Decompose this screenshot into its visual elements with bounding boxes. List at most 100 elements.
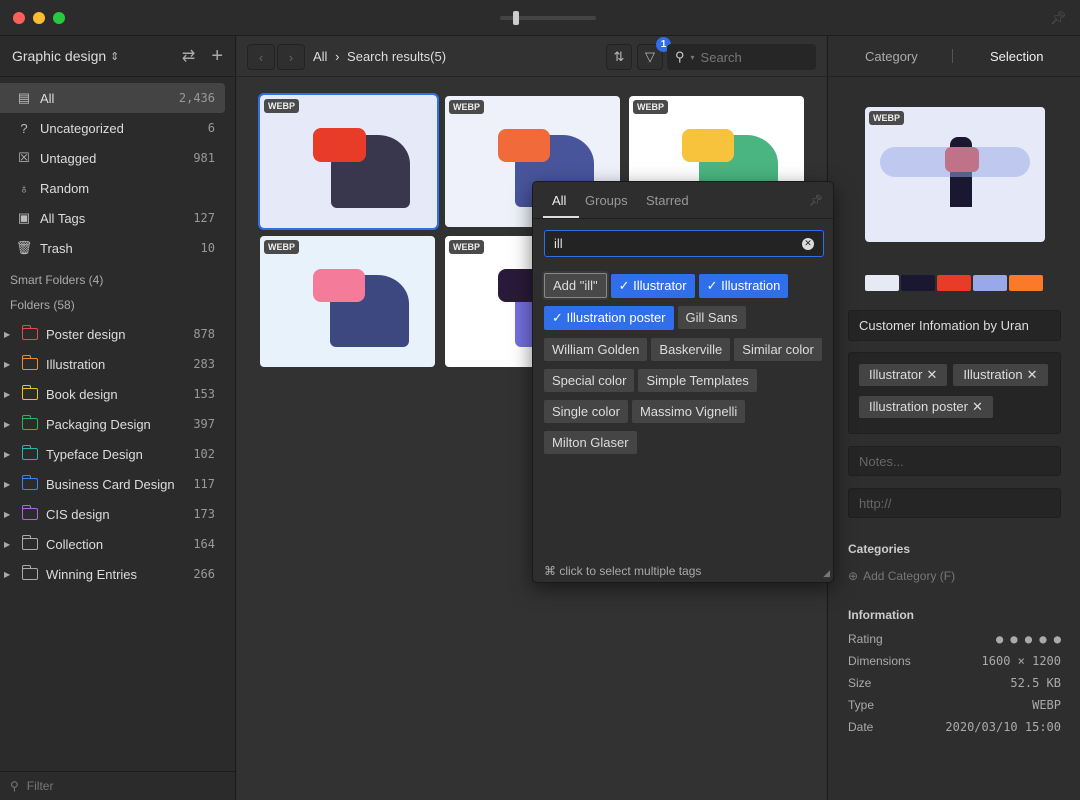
- folder-item[interactable]: ▶ CIS design 173: [0, 499, 225, 529]
- filter-input[interactable]: ⚲ Filter: [0, 771, 236, 800]
- tag-icon: ▣: [17, 210, 31, 225]
- tab-category[interactable]: Category: [865, 49, 918, 64]
- breadcrumb-all[interactable]: All: [313, 49, 327, 64]
- disclosure-triangle-icon[interactable]: ▶: [4, 480, 10, 489]
- sidebar-item-label: Untagged: [40, 150, 97, 166]
- add-icon[interactable]: +: [211, 45, 223, 68]
- tag-option[interactable]: Special color: [544, 369, 635, 392]
- folders-header[interactable]: Folders (58): [0, 292, 235, 317]
- archive-icon: ▤: [17, 90, 31, 105]
- folder-count: 117: [193, 477, 215, 491]
- folder-item[interactable]: ▶ Poster design 878: [0, 319, 225, 349]
- disclosure-triangle-icon[interactable]: ▶: [4, 330, 10, 339]
- popup-tab-groups[interactable]: Groups: [585, 193, 628, 208]
- tag-option[interactable]: ✓ Illustration poster: [544, 306, 674, 330]
- tag-chip[interactable]: Illustration ✕: [953, 364, 1048, 386]
- clear-icon[interactable]: ✕: [802, 237, 814, 250]
- zoom-slider[interactable]: [500, 11, 596, 25]
- color-palette: [865, 275, 1043, 291]
- tag-option[interactable]: Single color: [544, 400, 628, 423]
- back-button[interactable]: ‹: [247, 44, 275, 70]
- sort-button[interactable]: ⇅: [606, 44, 632, 70]
- tags-field[interactable]: Illustrator ✕ Illustration ✕ Illustration po…: [848, 352, 1061, 434]
- info-value[interactable]: ● ● ● ● ●: [996, 632, 1061, 646]
- tag-option-label: Baskerville: [659, 342, 723, 357]
- folder-item[interactable]: ▶ Packaging Design 397: [0, 409, 225, 439]
- tag-search-input[interactable]: ill ✕: [544, 230, 824, 257]
- popup-tab-starred[interactable]: Starred: [646, 193, 689, 208]
- disclosure-triangle-icon[interactable]: ▶: [4, 510, 10, 519]
- disclosure-triangle-icon[interactable]: ▶: [4, 540, 10, 549]
- palette-swatch[interactable]: [865, 275, 899, 291]
- palette-swatch[interactable]: [937, 275, 971, 291]
- tag-option[interactable]: Gill Sans: [677, 306, 746, 329]
- folder-item[interactable]: ▶ Business Card Design 117: [0, 469, 225, 499]
- tag-chip[interactable]: Illustration poster ✕: [859, 396, 993, 418]
- folder-count: 102: [193, 447, 215, 461]
- tag-option[interactable]: Baskerville: [651, 338, 731, 361]
- tag-option[interactable]: William Golden: [544, 338, 648, 361]
- preview-image[interactable]: WEBP: [865, 107, 1045, 242]
- folder-item[interactable]: ▶ Illustration 283: [0, 349, 225, 379]
- add-tag-button[interactable]: Add "ill": [544, 273, 607, 298]
- disclosure-triangle-icon[interactable]: ▶: [4, 450, 10, 459]
- search-input[interactable]: ⚲ ▾ Search: [667, 44, 816, 70]
- folder-item[interactable]: ▶ Book design 153: [0, 379, 225, 409]
- palette-swatch[interactable]: [973, 275, 1007, 291]
- forward-button[interactable]: ›: [277, 44, 305, 70]
- close-button[interactable]: [13, 12, 25, 24]
- title-bar: 📌︎: [0, 0, 1080, 36]
- sidebar-item-all-tags[interactable]: ▣ All Tags 127: [0, 203, 225, 233]
- tag-option[interactable]: ✓ Illustrator: [610, 274, 695, 298]
- disclosure-triangle-icon[interactable]: ▶: [4, 360, 10, 369]
- remove-tag-icon[interactable]: ✕: [1027, 367, 1038, 383]
- tag-option[interactable]: Milton Glaser: [544, 431, 637, 454]
- minimize-button[interactable]: [33, 12, 45, 24]
- sidebar-item-trash[interactable]: 🗑︎ Trash 10: [0, 233, 225, 263]
- popup-tab-all[interactable]: All: [552, 193, 566, 208]
- folder-icon: [21, 325, 38, 342]
- folder-item[interactable]: ▶ Collection 164: [0, 529, 225, 559]
- type-badge: WEBP: [264, 240, 299, 254]
- zoom-slider-handle[interactable]: [513, 11, 519, 25]
- grid-item[interactable]: WEBP: [258, 93, 439, 230]
- info-value: 52.5 KB: [1010, 676, 1061, 690]
- pin-icon[interactable]: 📌︎: [809, 194, 823, 207]
- sidebar-item-random[interactable]: ♁ Random: [0, 173, 225, 203]
- tag-option[interactable]: ✓ Illustration: [698, 274, 789, 298]
- remove-tag-icon[interactable]: ✕: [926, 367, 937, 383]
- sidebar-item-uncategorized[interactable]: ? Uncategorized 6: [0, 113, 225, 143]
- disclosure-triangle-icon[interactable]: ▶: [4, 420, 10, 429]
- folder-label: Winning Entries: [46, 566, 138, 582]
- sidebar-item-count: 127: [193, 211, 215, 225]
- palette-swatch[interactable]: [1009, 275, 1043, 291]
- chevron-down-icon[interactable]: ▾: [691, 53, 695, 62]
- remove-tag-icon[interactable]: ✕: [972, 399, 983, 415]
- tag-option-label: Gill Sans: [685, 310, 738, 325]
- palette-swatch[interactable]: [901, 275, 935, 291]
- swap-icon[interactable]: ⇄: [182, 46, 195, 66]
- url-field[interactable]: http://: [848, 488, 1061, 518]
- resize-handle[interactable]: ◢: [823, 568, 830, 579]
- add-category-button[interactable]: ⊕ Add Category (F): [848, 569, 955, 583]
- sidebar-item-all[interactable]: ▤ All 2,436: [0, 83, 225, 113]
- pin-icon[interactable]: 📌︎: [1050, 10, 1067, 26]
- tab-selection[interactable]: Selection: [990, 49, 1043, 64]
- filter-button[interactable]: ▽ 1: [637, 37, 671, 70]
- folder-item[interactable]: ▶ Winning Entries 266: [0, 559, 225, 589]
- disclosure-triangle-icon[interactable]: ▶: [4, 390, 10, 399]
- tag-chip[interactable]: Illustrator ✕: [859, 364, 948, 386]
- folder-item[interactable]: ▶ Typeface Design 102: [0, 439, 225, 469]
- chevron-updown-icon[interactable]: ⇕: [110, 50, 119, 63]
- grid-item[interactable]: WEBP: [260, 236, 435, 367]
- tag-option[interactable]: Massimo Vignelli: [631, 400, 746, 423]
- library-switcher[interactable]: Graphic design: [12, 48, 106, 64]
- notes-field[interactable]: Notes...: [848, 446, 1061, 476]
- disclosure-triangle-icon[interactable]: ▶: [4, 570, 10, 579]
- name-field[interactable]: Customer Infomation by Uran: [848, 310, 1061, 341]
- sidebar-item-untagged[interactable]: ☒ Untagged 981: [0, 143, 225, 173]
- smart-folders-header[interactable]: Smart Folders (4): [0, 267, 235, 292]
- tag-option[interactable]: Similar color: [734, 338, 822, 361]
- maximize-button[interactable]: [53, 12, 65, 24]
- tag-option[interactable]: Simple Templates: [638, 369, 757, 392]
